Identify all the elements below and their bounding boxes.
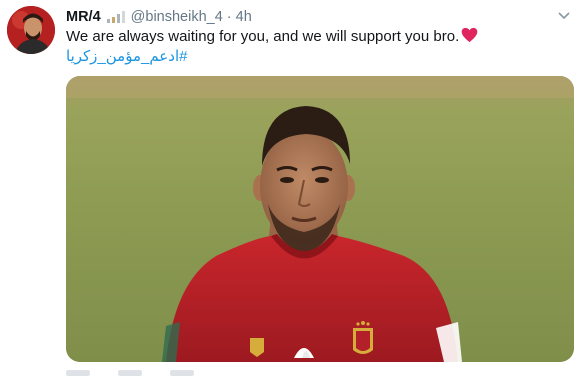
tweet-media-photo[interactable]: [66, 76, 574, 362]
tweet-header: MR/4 @binsheikh_4 · 4h: [66, 7, 252, 27]
chevron-down-icon[interactable]: [556, 8, 572, 24]
display-name[interactable]: MR/4: [66, 9, 101, 25]
avatar[interactable]: [7, 6, 55, 54]
tweet[interactable]: MR/4 @binsheikh_4 · 4h We are always wai…: [0, 0, 584, 377]
like-icon[interactable]: [170, 370, 194, 376]
handle[interactable]: @binsheikh_4: [131, 9, 223, 25]
hashtag-link[interactable]: #ادعم_مؤمن_زكريا: [66, 47, 187, 67]
retweet-icon[interactable]: [118, 370, 142, 376]
signal-bars-icon: [106, 10, 126, 24]
tweet-actions: [66, 370, 194, 380]
reply-icon[interactable]: [66, 370, 90, 376]
football-player-photo: [66, 76, 574, 362]
tweet-body: We are always waiting for you, and we wi…: [66, 28, 460, 45]
red-heart-icon: [461, 27, 478, 49]
tweet-text: We are always waiting for you, and we wi…: [66, 27, 571, 49]
separator-dot: ·: [226, 9, 232, 25]
timestamp[interactable]: 4h: [236, 9, 252, 25]
